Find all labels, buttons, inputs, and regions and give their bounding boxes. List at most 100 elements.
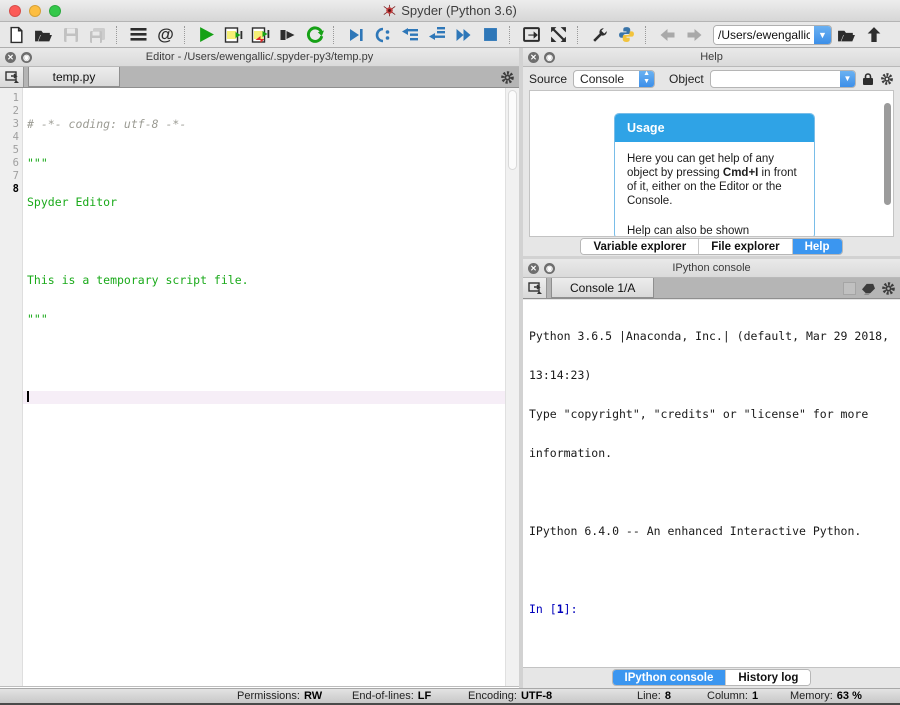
tab-variable-explorer[interactable]: Variable explorer bbox=[581, 239, 699, 254]
window-title-text: Spyder (Python 3.6) bbox=[401, 3, 517, 18]
console-line: 13:14:23) bbox=[529, 369, 900, 382]
file-switcher-button[interactable] bbox=[126, 23, 151, 47]
back-button[interactable] bbox=[655, 23, 680, 47]
console-tabbar: Console 1/A bbox=[523, 278, 900, 299]
run-cell-advance-button[interactable] bbox=[248, 23, 273, 47]
continue-button[interactable] bbox=[451, 23, 476, 47]
chevron-down-icon[interactable]: ▼ bbox=[840, 70, 855, 88]
console-options-gear-icon[interactable] bbox=[881, 281, 896, 296]
status-memory: Memory:63 % bbox=[790, 690, 862, 702]
fullscreen-button[interactable] bbox=[546, 23, 571, 47]
close-pane-icon[interactable]: ✕ bbox=[528, 52, 539, 63]
console-pane-title: IPython console bbox=[672, 262, 750, 274]
debug-cell-button[interactable] bbox=[370, 23, 395, 47]
undock-pane-icon[interactable]: ◉ bbox=[21, 52, 32, 63]
editor-tabbar: temp.py bbox=[0, 67, 519, 88]
maximize-pane-button[interactable] bbox=[519, 23, 544, 47]
editor-scrollbar-thumb[interactable] bbox=[508, 90, 517, 170]
interrupt-kernel-icon[interactable] bbox=[843, 282, 856, 295]
working-directory-combobox[interactable]: ▼ bbox=[713, 25, 832, 45]
new-file-button[interactable] bbox=[4, 23, 29, 47]
window-title: Spyder (Python 3.6) bbox=[0, 3, 900, 18]
toolbar-separator bbox=[333, 26, 338, 44]
status-column: Column:1 bbox=[707, 690, 758, 702]
editor-scrollbar[interactable] bbox=[505, 88, 519, 686]
console-pane-header: ✕ ◉ IPython console bbox=[523, 259, 900, 278]
toolbar-separator bbox=[509, 26, 514, 44]
forward-button[interactable] bbox=[682, 23, 707, 47]
debug-file-button[interactable] bbox=[343, 23, 368, 47]
undock-pane-icon[interactable]: ◉ bbox=[544, 263, 555, 274]
minimize-window-button[interactable] bbox=[29, 5, 41, 17]
editor-options-gear-icon[interactable] bbox=[500, 70, 515, 85]
rerun-cell-button[interactable] bbox=[275, 23, 300, 47]
usage-card: Usage Here you can get help of any objec… bbox=[614, 113, 815, 237]
stop-debug-button[interactable] bbox=[478, 23, 503, 47]
close-window-button[interactable] bbox=[9, 5, 21, 17]
tab-history-log[interactable]: History log bbox=[726, 670, 810, 685]
step-into-button[interactable] bbox=[424, 23, 449, 47]
help-pane-header: ✕ ◉ Help bbox=[523, 48, 900, 67]
text-cursor bbox=[27, 391, 29, 402]
step-over-button[interactable] bbox=[397, 23, 422, 47]
browse-tabs-button[interactable] bbox=[0, 67, 24, 87]
spyder-logo-icon bbox=[383, 4, 396, 17]
toolbar-separator bbox=[116, 26, 121, 44]
console-line: Type "copyright", "credits" or "license"… bbox=[529, 408, 900, 421]
preferences-button[interactable] bbox=[587, 23, 612, 47]
object-label: Object bbox=[669, 72, 704, 86]
run-button[interactable] bbox=[194, 23, 219, 47]
parent-directory-button[interactable] bbox=[861, 23, 886, 47]
symbol-finder-button[interactable]: @ bbox=[153, 23, 178, 47]
right-column: ✕ ◉ Help Source Console ▲▼ Object ▼ Usag… bbox=[523, 48, 900, 688]
help-controls: Source Console ▲▼ Object ▼ bbox=[523, 67, 900, 90]
code-line: """ bbox=[27, 312, 48, 326]
help-scrollbar-thumb[interactable] bbox=[884, 103, 891, 205]
undock-pane-icon[interactable]: ◉ bbox=[544, 52, 555, 63]
chevron-down-icon[interactable]: ▼ bbox=[814, 25, 831, 45]
code-editor[interactable]: 1 2 3 4 5 6 7 8 # -*- coding: utf-8 -*- … bbox=[0, 88, 519, 687]
line-number-gutter: 1 2 3 4 5 6 7 8 bbox=[0, 88, 23, 686]
traffic-lights bbox=[9, 5, 61, 17]
help-options-gear-icon[interactable] bbox=[880, 72, 894, 86]
help-content[interactable]: Usage Here you can get help of any objec… bbox=[529, 90, 894, 237]
tab-ipython-console[interactable]: IPython console bbox=[613, 670, 727, 685]
working-directory-input[interactable] bbox=[714, 26, 814, 44]
code-area[interactable]: # -*- coding: utf-8 -*- """ Spyder Edito… bbox=[23, 88, 505, 686]
stepper-icon[interactable]: ▲▼ bbox=[639, 70, 654, 88]
save-button[interactable] bbox=[58, 23, 83, 47]
console-prompt: In [1]: bbox=[529, 603, 900, 616]
tab-help[interactable]: Help bbox=[793, 239, 842, 254]
tab-console-1a[interactable]: Console 1/A bbox=[551, 278, 654, 298]
open-file-button[interactable] bbox=[31, 23, 56, 47]
tab-temp-py[interactable]: temp.py bbox=[28, 67, 120, 87]
help-pane-title: Help bbox=[700, 51, 723, 63]
close-pane-icon[interactable]: ✕ bbox=[5, 52, 16, 63]
save-all-button[interactable] bbox=[85, 23, 110, 47]
zoom-window-button[interactable] bbox=[49, 5, 61, 17]
run-selection-button[interactable] bbox=[302, 23, 327, 47]
editor-pane: ✕ ◉ Editor - /Users/ewengallic/.spyder-p… bbox=[0, 48, 519, 688]
usage-card-more-text: Help can also be shown bbox=[615, 224, 814, 237]
console-line bbox=[529, 486, 900, 499]
python-path-manager-button[interactable] bbox=[614, 23, 639, 47]
code-line: # -*- coding: utf-8 -*- bbox=[27, 117, 186, 131]
eraser-icon[interactable] bbox=[861, 282, 876, 295]
browse-directory-button[interactable] bbox=[834, 23, 859, 47]
object-combobox[interactable]: ▼ bbox=[710, 70, 856, 88]
current-line bbox=[23, 391, 505, 404]
window-titlebar: Spyder (Python 3.6) bbox=[0, 0, 900, 22]
editor-pane-title: Editor - /Users/ewengallic/.spyder-py3/t… bbox=[146, 51, 373, 63]
run-cell-button[interactable] bbox=[221, 23, 246, 47]
tab-file-explorer[interactable]: File explorer bbox=[699, 239, 792, 254]
source-select[interactable]: Console ▲▼ bbox=[573, 70, 655, 88]
close-pane-icon[interactable]: ✕ bbox=[528, 263, 539, 274]
code-line: Spyder Editor bbox=[27, 195, 117, 209]
ipython-console-pane: ✕ ◉ IPython console Console 1/A Python 3… bbox=[523, 259, 900, 688]
browse-tabs-button[interactable] bbox=[523, 278, 547, 298]
status-permissions: Permissions:RW bbox=[237, 690, 322, 702]
help-bottom-tabs: Variable explorer File explorer Help bbox=[523, 238, 900, 256]
status-bar: Permissions:RW End-of-lines:LF Encoding:… bbox=[0, 688, 900, 705]
lock-icon[interactable] bbox=[862, 72, 874, 86]
console-output[interactable]: Python 3.6.5 |Anaconda, Inc.| (default, … bbox=[523, 300, 900, 668]
